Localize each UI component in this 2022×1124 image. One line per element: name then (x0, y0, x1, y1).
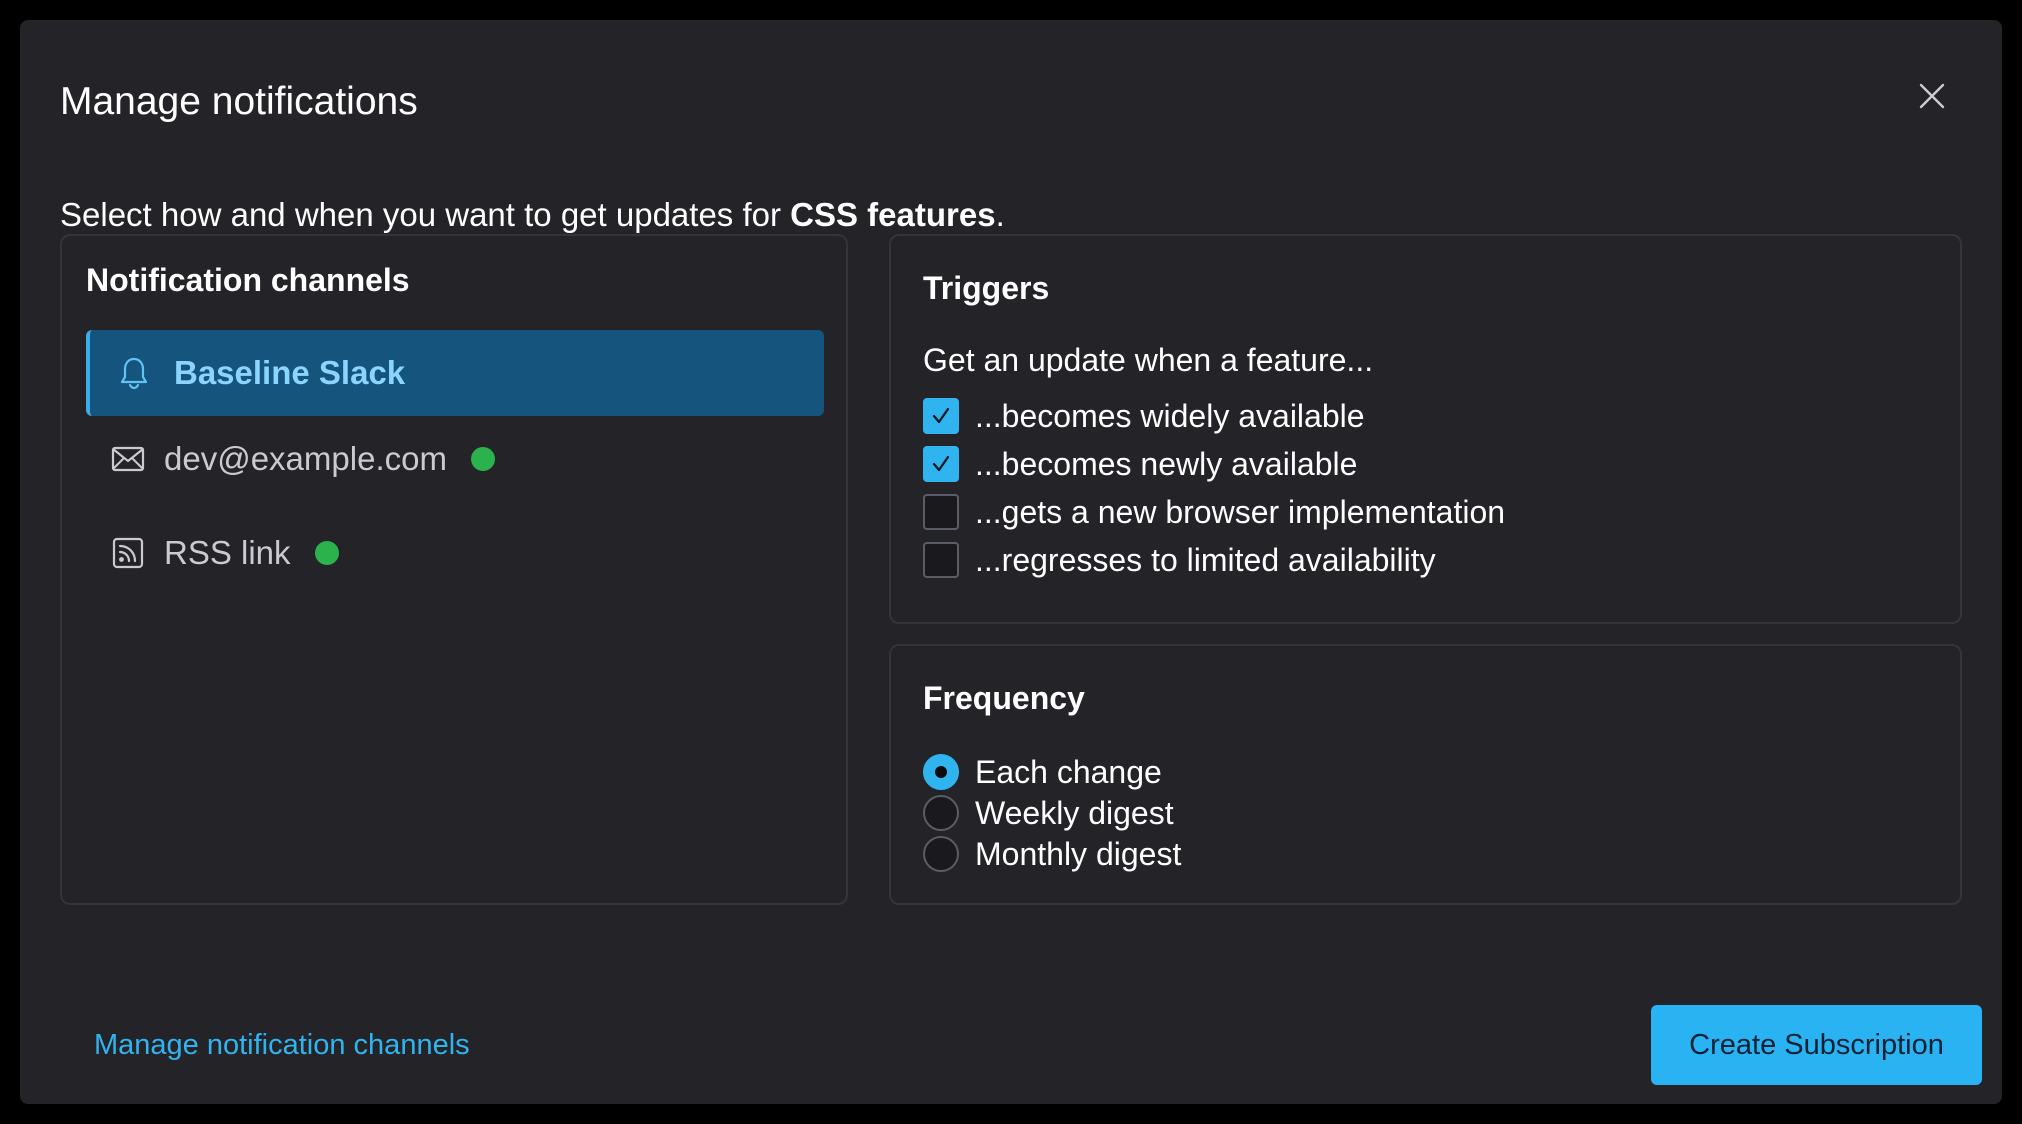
intro-text: Select how and when you want to get upda… (60, 198, 1005, 231)
frequency-monthly-digest[interactable]: Monthly digest (923, 836, 1181, 872)
frequency-radio[interactable] (923, 836, 959, 872)
channel-rss[interactable]: RSS link (86, 510, 824, 596)
trigger-label: ...regresses to limited availability (975, 542, 1436, 578)
triggers-panel: Triggers Get an update when a feature...… (889, 234, 1962, 624)
intro-prefix: Select how and when you want to get upda… (60, 196, 791, 233)
intro-suffix: . (995, 196, 1005, 233)
channel-label: RSS link (164, 534, 291, 571)
manage-notifications-dialog: Manage notifications Select how and when… (20, 20, 2002, 1104)
frequency-each-change[interactable]: Each change (923, 754, 1162, 790)
frequency-radio[interactable] (923, 754, 959, 790)
frequency-label: Monthly digest (975, 836, 1182, 872)
channel-label: Baseline Slack (174, 354, 406, 391)
frequency-panel: Frequency Each change Weekly digest Mont… (889, 644, 1962, 905)
trigger-checkbox[interactable] (923, 446, 959, 482)
trigger-label: ...gets a new browser implementation (975, 494, 1506, 530)
checkmark-icon (932, 407, 950, 424)
frequency-weekly-digest[interactable]: Weekly digest (923, 795, 1174, 831)
manage-notification-channels-link[interactable]: Manage notification channels (94, 1031, 470, 1060)
trigger-newly-available[interactable]: ...becomes newly available (923, 446, 1357, 482)
radio-dot (935, 766, 947, 778)
trigger-checkbox[interactable] (923, 542, 959, 578)
notification-channels-panel: Notification channels Baseline Slack dev… (60, 234, 848, 905)
frequency-label: Each change (975, 754, 1162, 790)
close-button[interactable] (1908, 72, 1956, 120)
close-icon (1919, 83, 1945, 109)
trigger-regresses[interactable]: ...regresses to limited availability (923, 542, 1436, 578)
rss-icon (110, 535, 146, 571)
dialog-title: Manage notifications (60, 80, 418, 123)
channel-email[interactable]: dev@example.com (86, 416, 824, 502)
frequency-heading: Frequency (923, 680, 1085, 716)
bell-icon (116, 355, 152, 391)
checkmark-icon (932, 455, 950, 472)
trigger-widely-available[interactable]: ...becomes widely available (923, 398, 1365, 434)
channels-heading: Notification channels (86, 262, 410, 298)
intro-subject: CSS features (790, 196, 996, 233)
envelope-icon (110, 441, 146, 477)
trigger-checkbox[interactable] (923, 494, 959, 530)
trigger-label: ...becomes newly available (975, 446, 1358, 482)
channel-baseline-slack[interactable]: Baseline Slack (86, 330, 824, 416)
status-active-dot (470, 447, 495, 471)
trigger-new-implementation[interactable]: ...gets a new browser implementation (923, 494, 1505, 530)
frequency-radio[interactable] (923, 795, 959, 831)
status-active-dot (314, 541, 339, 565)
triggers-heading: Triggers (923, 270, 1050, 306)
trigger-label: ...becomes widely available (975, 398, 1365, 434)
create-subscription-button[interactable]: Create Subscription (1651, 1005, 1982, 1085)
triggers-subtitle: Get an update when a feature... (923, 342, 1374, 378)
trigger-checkbox[interactable] (923, 398, 959, 434)
channel-label: dev@example.com (164, 440, 447, 477)
frequency-label: Weekly digest (975, 795, 1174, 831)
